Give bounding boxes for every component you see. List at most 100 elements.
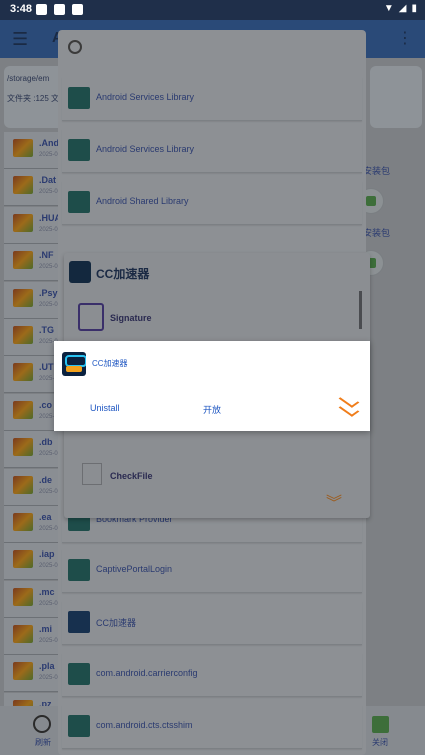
file-date: 2025-0 xyxy=(39,525,58,532)
file-name: .NF xyxy=(39,250,54,261)
app-name: CC加速器 xyxy=(96,618,136,628)
apk-label: 安装包 xyxy=(363,166,391,176)
notification-icon xyxy=(54,4,65,15)
folder-icon xyxy=(13,176,33,195)
file-name: .pla xyxy=(39,661,55,672)
signature-item[interactable]: Signature xyxy=(110,313,152,323)
signal-icon: ◢ xyxy=(398,3,407,14)
android-icon xyxy=(68,715,90,737)
checkfile-item[interactable]: CheckFile xyxy=(110,471,153,481)
file-row[interactable]: .UT 2025-0 xyxy=(4,356,60,394)
folder-icon xyxy=(13,550,33,569)
folder-icon xyxy=(13,587,33,606)
file-row[interactable]: .pla 2025-0 xyxy=(4,655,60,693)
folder-icon xyxy=(13,139,33,157)
scrollbar[interactable] xyxy=(359,291,362,329)
file-name: .db xyxy=(39,437,53,448)
file-name: .co xyxy=(39,399,53,410)
right-card xyxy=(370,66,422,128)
file-date: 2025-0 xyxy=(39,563,58,570)
android-icon xyxy=(68,191,90,213)
android-icon xyxy=(68,139,90,161)
folder-icon xyxy=(13,625,33,644)
app-name: Android Services Library xyxy=(96,144,195,154)
file-row[interactable]: .And 2025-0 xyxy=(4,132,60,169)
refresh-label: 刷新 xyxy=(35,738,51,747)
file-row[interactable]: .NF 2025-0 xyxy=(4,244,60,282)
menu-card-title: CC加速器 xyxy=(96,267,150,281)
file-row[interactable]: .mc 2025-0 xyxy=(4,580,60,618)
open-button[interactable]: 开放 xyxy=(203,403,221,416)
app-name: Android Services Library xyxy=(96,92,195,102)
folder-icon xyxy=(13,512,33,531)
file-name: .Psy xyxy=(39,287,58,298)
file-name: .mi xyxy=(39,624,53,635)
file-date: 2025-0 xyxy=(39,600,58,607)
file-row[interactable]: .Psy 2025-0 xyxy=(4,281,60,319)
file-name: .mc xyxy=(39,586,55,597)
file-row[interactable]: .ea 2025-0 xyxy=(4,505,60,543)
close-icon[interactable] xyxy=(372,716,389,733)
file-icon xyxy=(82,463,102,485)
app-list-item[interactable]: CC加速器 xyxy=(62,601,362,645)
app-list-item[interactable]: com.android.cts.ctsshim xyxy=(62,705,362,749)
app-list-item[interactable]: com.android.carrierconfig xyxy=(62,653,362,697)
chevron-down-icon[interactable]: ︾ xyxy=(326,489,342,513)
file-row[interactable]: .HUA 2025-0 xyxy=(4,206,61,244)
signature-icon xyxy=(78,303,104,331)
android-icon xyxy=(68,87,90,109)
app-name: com.android.cts.ctsshim xyxy=(96,720,193,730)
apk-icon xyxy=(366,196,376,206)
file-list: .And 2025-0 .Dat 2025-0 .HUA 2025-0 .NF 2025-0.… xyxy=(4,132,61,730)
cc-app-icon xyxy=(69,261,91,283)
folder-icon xyxy=(13,438,33,457)
file-row[interactable]: .Dat 2025-0 xyxy=(4,169,60,207)
file-date: 2025-0 xyxy=(39,488,58,495)
battery-icon: ▮ xyxy=(411,3,417,14)
wifi-icon: ▼ xyxy=(383,3,394,14)
app-list-item[interactable]: Android Shared Library xyxy=(62,181,362,225)
file-name: .And xyxy=(39,138,59,148)
folder-icon xyxy=(13,251,33,270)
file-date: 2025-0 xyxy=(39,675,58,682)
cc-app-icon xyxy=(62,352,86,376)
app-list-item[interactable]: Android Services Library xyxy=(62,77,362,121)
file-date: 2025-0 xyxy=(39,451,58,458)
folder-icon xyxy=(13,325,33,344)
file-name: .de xyxy=(39,474,53,485)
cc-icon xyxy=(68,611,90,633)
notification-icon xyxy=(36,4,47,15)
file-name: .UT xyxy=(39,362,54,373)
android-icon xyxy=(68,663,90,685)
more-options-icon[interactable]: ⋮ xyxy=(397,28,413,48)
system-icons: ▼ ◢ ▮ xyxy=(384,3,417,14)
file-row[interactable]: .co 2025-0 xyxy=(4,393,60,431)
uninstall-button[interactable]: Unistall xyxy=(90,403,120,413)
notification-icon xyxy=(72,4,83,15)
file-row[interactable]: .mi 2025-0 xyxy=(4,618,60,656)
file-date: 2025-0 xyxy=(39,152,58,158)
app-name: Android Shared Library xyxy=(96,196,189,206)
folder-icon xyxy=(13,363,33,382)
folder-icon xyxy=(13,662,33,681)
file-date: 2025-0 xyxy=(39,264,58,271)
file-row[interactable]: .de 2025-0 xyxy=(4,468,60,506)
search-icon[interactable] xyxy=(68,40,82,54)
app-list-item[interactable]: Android Services Library xyxy=(62,129,362,173)
app-list-item[interactable]: CaptivePortalLogin xyxy=(62,549,362,593)
apk-label: 安装包 xyxy=(363,228,391,238)
status-bar: 3:48 ▼ ◢ ▮ xyxy=(0,0,425,20)
file-row[interactable]: .TG 2025-0 xyxy=(4,318,60,356)
app-name: CaptivePortalLogin xyxy=(96,564,173,574)
file-name: .Dat xyxy=(39,175,57,186)
folder-icon xyxy=(13,288,33,307)
file-row[interactable]: .iap 2025-0 xyxy=(4,543,60,581)
file-name: .TG xyxy=(39,324,54,335)
android-icon xyxy=(68,559,90,581)
file-name: .iap xyxy=(39,549,55,560)
refresh-icon[interactable] xyxy=(33,715,51,733)
expand-chevron-icon[interactable] xyxy=(338,393,360,422)
menu-icon[interactable]: ☰ xyxy=(12,29,28,50)
file-row[interactable]: .db 2025-0 xyxy=(4,431,60,469)
folder-icon xyxy=(13,475,33,494)
